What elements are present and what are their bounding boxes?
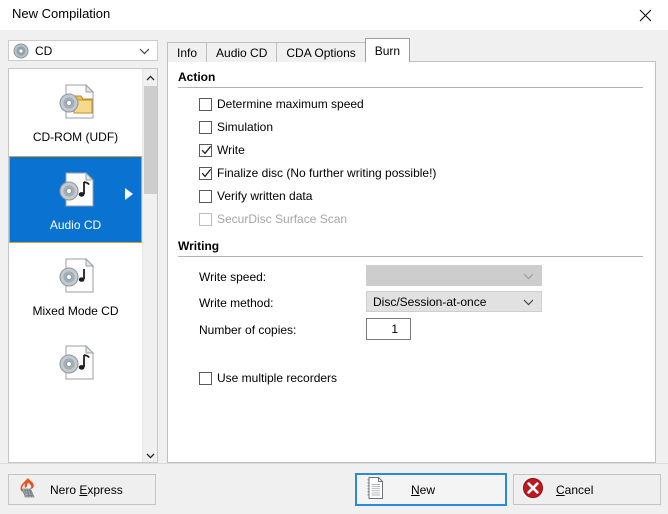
- list-item-label: CD-ROM (UDF): [32, 130, 119, 144]
- write-method-dropdown[interactable]: Disc/Session-at-once: [366, 291, 542, 312]
- checkbox-box: [199, 371, 212, 385]
- list-item-partial[interactable]: [9, 330, 142, 417]
- write-method-label: Write method:: [199, 296, 274, 310]
- action-group-title: Action: [178, 70, 216, 84]
- write-speed-dropdown: [366, 265, 542, 286]
- media-type-value: CD: [35, 43, 53, 58]
- tab-burn[interactable]: Burn: [364, 38, 411, 62]
- checkbox-box: [199, 212, 212, 226]
- compilation-type-list[interactable]: CD-ROM (UDF) Audio CD Mixed Mode CD: [8, 68, 158, 463]
- scroll-up-button[interactable]: [143, 69, 157, 84]
- list-item-label: Audio CD: [49, 218, 102, 232]
- nero-express-label: Nero Express: [50, 482, 123, 497]
- cd-disc-icon: [13, 43, 29, 59]
- chevron-up-icon: [146, 70, 155, 84]
- close-button[interactable]: [622, 0, 668, 30]
- writing-group-title: Writing: [178, 239, 220, 253]
- list-item-mixed-mode-cd[interactable]: Mixed Mode CD: [9, 243, 142, 330]
- checkbox-box: [199, 143, 212, 159]
- scroll-down-button[interactable]: [143, 447, 157, 462]
- checkbox-box: [199, 120, 212, 134]
- list-vertical-scrollbar[interactable]: [142, 69, 157, 462]
- cancel-label: Cancel: [556, 482, 594, 497]
- action-group-rule: [178, 87, 643, 88]
- nero-express-button[interactable]: Nero Express: [8, 474, 156, 505]
- tab-info[interactable]: Info: [167, 42, 208, 62]
- write-method-value: Disc/Session-at-once: [373, 294, 487, 309]
- list-item-cd-rom-udf[interactable]: CD-ROM (UDF): [9, 69, 142, 156]
- close-icon: [639, 9, 652, 22]
- number-of-copies-input[interactable]: 1: [366, 318, 411, 340]
- tab-strip: Info Audio CD CDA Options Burn: [167, 38, 411, 62]
- cancel-button[interactable]: Cancel: [513, 474, 661, 505]
- chevron-down-icon: [146, 448, 155, 462]
- title-bar: New Compilation: [0, 0, 668, 30]
- media-type-combobox[interactable]: CD: [8, 40, 158, 61]
- window-title: New Compilation: [12, 6, 111, 21]
- checkbox-label: Use multiple recorders: [217, 371, 338, 385]
- new-label: New: [411, 482, 436, 497]
- number-of-copies-label: Number of copies:: [199, 323, 297, 337]
- checkbox-securdisc-surface-scan: SecurDisc Surface Scan: [199, 212, 347, 226]
- tab-cda-options[interactable]: CDA Options: [276, 42, 366, 62]
- checkbox-label: Determine maximum speed: [217, 97, 364, 111]
- chevron-down-icon: [139, 44, 150, 58]
- document-page-icon: [365, 476, 385, 503]
- checkbox-use-multiple-recorders[interactable]: Use multiple recorders: [199, 371, 337, 385]
- nero-flame-icon: [17, 477, 39, 502]
- checkmark-icon: [201, 168, 212, 182]
- checkbox-label: SecurDisc Surface Scan: [217, 212, 348, 226]
- checkbox-box: [199, 189, 212, 203]
- tab-audio-cd[interactable]: Audio CD: [206, 42, 278, 62]
- cd-music-document-icon: [53, 339, 99, 385]
- dialog-footer: Nero Express New Cancel: [0, 463, 668, 514]
- list-item-label: Mixed Mode CD: [32, 304, 119, 318]
- compilation-list-items: CD-ROM (UDF) Audio CD Mixed Mode CD: [9, 69, 142, 462]
- checkbox-finalize-disc[interactable]: Finalize disc (No further writing possib…: [199, 166, 436, 180]
- checkbox-simulation[interactable]: Simulation: [199, 120, 273, 134]
- checkbox-determine-maximum-speed[interactable]: Determine maximum speed: [199, 97, 364, 111]
- new-button[interactable]: New: [355, 473, 507, 506]
- checkbox-verify-written-data[interactable]: Verify written data: [199, 189, 312, 203]
- cd-music-document-icon: [53, 166, 99, 212]
- play-arrow-icon: [124, 187, 134, 204]
- writing-group-rule: [178, 256, 643, 257]
- checkbox-write[interactable]: Write: [199, 143, 245, 157]
- chevron-down-icon: [523, 269, 534, 283]
- chevron-down-icon: [523, 295, 534, 309]
- write-speed-label: Write speed:: [199, 270, 267, 284]
- checkbox-box: [199, 166, 212, 182]
- checkmark-icon: [201, 145, 212, 159]
- cd-note-document-icon: [53, 252, 99, 298]
- error-circle-icon: [522, 477, 544, 502]
- cd-folder-document-icon: [53, 78, 99, 124]
- checkbox-box: [199, 97, 212, 111]
- checkbox-label: Write: [217, 143, 245, 157]
- burn-tab-panel: Action Determine maximum speed Simulatio…: [167, 61, 656, 463]
- scrollbar-thumb[interactable]: [144, 86, 157, 194]
- dialog-body: CD CD-ROM (UDF) Audio CD Mixed Mode CD I…: [0, 30, 668, 463]
- checkbox-label: Simulation: [217, 120, 274, 134]
- checkbox-label: Finalize disc (No further writing possib…: [217, 166, 437, 180]
- checkbox-label: Verify written data: [217, 189, 313, 203]
- list-item-audio-cd[interactable]: Audio CD: [9, 156, 142, 243]
